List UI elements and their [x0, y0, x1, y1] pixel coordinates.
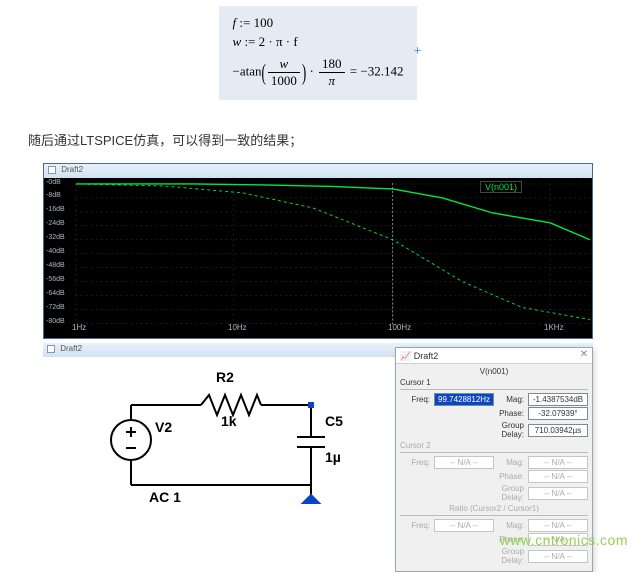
plot-titlebar[interactable]: Draft2 [44, 164, 592, 178]
watermark: www.cntronics.com [500, 532, 628, 548]
math-assign-2: := [244, 34, 255, 49]
math-block: f := 100 w := 2 · π · f + −atan( w 1000 … [219, 6, 418, 100]
math-frac1-den: 1000 [268, 72, 300, 89]
bode-plot[interactable]: V(n001) -0dB -8dB -16dB -24dB -32dB -40d… [44, 178, 592, 338]
resistor-value: 1k [221, 413, 237, 429]
c1-phase-field[interactable]: -32.07939° [528, 407, 588, 420]
window-icon [48, 166, 56, 174]
capacitor-name: C5 [325, 413, 343, 429]
resistor-name: R2 [216, 369, 234, 385]
math-frac2-den: π [319, 72, 345, 89]
c1-gd-field[interactable]: 710.03942µs [528, 424, 588, 437]
r-freq-field: -- N/A -- [434, 519, 494, 532]
r-mag-label: Mag: [494, 521, 528, 530]
math-dot: · [306, 63, 317, 78]
source-value: AC 1 [149, 489, 181, 505]
math-frac1-num: w [268, 56, 300, 72]
c1-phase-label: Phase: [491, 409, 528, 418]
c1-freq-label: Freq: [400, 395, 434, 404]
math-cursor-icon: + [414, 44, 422, 60]
math-val-100: 100 [254, 15, 274, 30]
c2-gd-label: Group Delay: [479, 484, 528, 502]
ratio-label: Ratio (Cursor2 / Cursor1) [400, 504, 588, 513]
c2-freq-field: -- N/A -- [434, 456, 494, 469]
window-icon [47, 345, 55, 353]
math-atan: −atan [233, 63, 262, 78]
math-expr-2pif: 2 · π · f [259, 34, 298, 49]
math-assign-1: := [239, 15, 250, 30]
c2-phase-label: Phase: [491, 472, 528, 481]
measure-icon: 📈 [400, 351, 411, 361]
schematic-window-title: Draft2 [60, 344, 82, 353]
c2-phase-field: -- N/A -- [528, 470, 588, 483]
math-result: −32.142 [360, 63, 403, 78]
cursor1-label: Cursor 1 [400, 378, 588, 387]
math-eq: = [347, 63, 361, 78]
plot-window-title: Draft2 [61, 165, 83, 174]
schematic-canvas[interactable]: R2 1k C5 1µ V2 AC 1 [101, 365, 351, 515]
cursor2-label: Cursor 2 [400, 441, 588, 450]
plot-window: Draft2 V(n001) -0dB -8dB -16dB -24dB -32… [43, 163, 593, 339]
cursor-titlebar[interactable]: 📈 Draft2 ✕ [396, 348, 592, 364]
c2-mag-field: -- N/A -- [528, 456, 588, 469]
math-var-f: f [233, 15, 237, 30]
source-name: V2 [155, 419, 172, 435]
c2-mag-label: Mag: [494, 458, 528, 467]
close-icon[interactable]: ✕ [578, 350, 590, 362]
cursor-trace-name: V(n001) [400, 367, 588, 376]
r-freq-label: Freq: [400, 521, 434, 530]
body-paragraph: 随后通过LTSPICE仿真，可以得到一致的结果； [28, 130, 612, 149]
r-mag-field: -- N/A -- [528, 519, 588, 532]
r-gd-field: -- N/A -- [528, 550, 588, 563]
capacitor-value: 1µ [325, 449, 341, 465]
c1-mag-field[interactable]: -1.4387534dB [528, 393, 588, 406]
c2-gd-field: -- N/A -- [528, 487, 588, 500]
c2-freq-label: Freq: [400, 458, 434, 467]
math-frac2-num: 180 [319, 56, 345, 72]
r-gd-label: Group Delay: [479, 547, 528, 565]
cursor-title: Draft2 [414, 351, 439, 361]
math-var-w: w [233, 34, 242, 49]
c1-freq-field[interactable]: 99.7428812Hz [434, 393, 494, 406]
c1-gd-label: Group Delay: [479, 421, 528, 439]
c1-mag-label: Mag: [494, 395, 528, 404]
